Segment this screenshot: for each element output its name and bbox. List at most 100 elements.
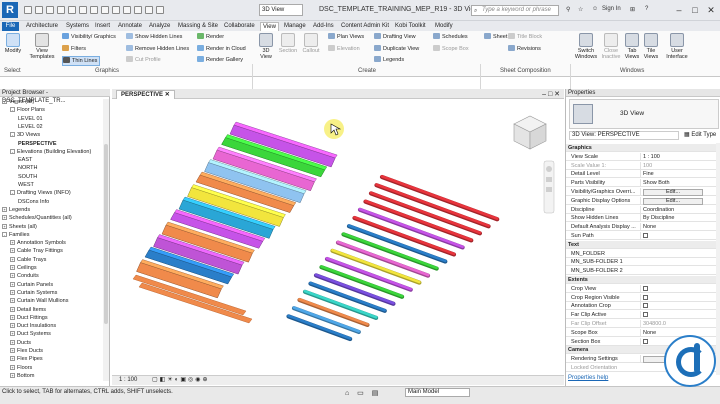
tree-item[interactable]: NORTH — [18, 165, 37, 172]
switch-windows-button[interactable]: Switch Windows — [574, 33, 598, 60]
type-selector[interactable]: 3D View — [569, 99, 719, 129]
tree-item[interactable]: + Flex Ducts — [10, 348, 43, 355]
undo-icon[interactable] — [57, 6, 65, 14]
tree-item[interactable]: + Duct Insulations — [10, 323, 56, 330]
expand-icon[interactable]: + — [10, 339, 15, 345]
tree-item[interactable]: + Duct Fittings — [10, 314, 48, 322]
properties-help-link[interactable]: Properties help — [568, 375, 608, 381]
property-value[interactable]: Fine — [640, 170, 712, 179]
tree-item[interactable]: + Floors — [10, 364, 32, 372]
property-value[interactable] — [640, 311, 712, 320]
cut-profile-button[interactable]: Cut Profile — [126, 56, 161, 64]
sheet-button[interactable]: Sheet — [484, 33, 507, 41]
user-icon[interactable]: ☺ — [592, 6, 598, 12]
expand-icon[interactable]: + — [10, 248, 15, 254]
tree-item[interactable]: - Drafting Views (INFO) — [10, 190, 71, 197]
tab-add-ins[interactable]: Add-Ins — [311, 22, 336, 31]
legends-button[interactable]: Legends — [374, 56, 404, 64]
expand-icon[interactable]: + — [10, 289, 15, 295]
switch-windows-icon[interactable] — [156, 6, 164, 14]
tab-perspective[interactable]: PERSPECTIVE ✕ — [116, 90, 175, 99]
tree-item[interactable]: + Duct Systems — [10, 331, 51, 338]
find-icon[interactable]: ⚲ — [566, 6, 570, 13]
property-checkbox[interactable] — [643, 312, 648, 318]
tree-item[interactable]: + Cable Trays — [10, 256, 46, 264]
property-value[interactable]: Edit... — [640, 196, 712, 205]
property-checkbox[interactable] — [643, 285, 648, 291]
title-block-button[interactable]: Title Block — [508, 33, 542, 41]
expand-icon[interactable]: + — [10, 265, 15, 270]
3d-view-button[interactable]: 3D View — [256, 33, 276, 60]
sync-icon[interactable] — [46, 6, 54, 14]
tab-insert[interactable]: Insert — [93, 22, 112, 31]
expand-icon[interactable]: + — [10, 348, 15, 353]
redo-icon[interactable] — [68, 6, 76, 14]
edit-button[interactable]: Edit... — [643, 197, 703, 205]
close-inactive-button[interactable]: Close Inactive — [600, 33, 622, 60]
property-value[interactable] — [640, 232, 712, 240]
expand-icon[interactable]: + — [2, 206, 7, 212]
property-section[interactable]: Extents — [566, 276, 716, 284]
search-input[interactable]: ⌕ Type a keyword or phrase — [471, 5, 559, 16]
sign-in-link[interactable]: Sign In — [602, 6, 621, 12]
pipe-highlight[interactable] — [364, 199, 473, 242]
view-control-icons[interactable]: ▢◧☀◐▣◎◉⊕ — [152, 376, 210, 385]
section-button[interactable]: Section — [278, 33, 298, 54]
viewcube-icon[interactable] — [513, 115, 547, 150]
expand-icon[interactable]: + — [10, 356, 15, 362]
view-controls[interactable]: – □ ✕ — [542, 90, 560, 98]
render-gallery-button[interactable]: Render Gallery — [197, 56, 243, 64]
thin-lines-button[interactable]: Thin Lines — [62, 56, 101, 66]
tree-item[interactable]: - Views (all) — [2, 99, 34, 106]
expand-icon[interactable]: + — [10, 331, 15, 337]
section-icon[interactable] — [123, 6, 131, 14]
property-value[interactable] — [640, 293, 712, 302]
maximize-button[interactable]: □ — [688, 3, 702, 17]
elevation-button[interactable]: Elevation — [328, 45, 360, 53]
expand-icon[interactable]: + — [10, 298, 15, 304]
status-icons[interactable]: ⌂ ▭ ▤ — [345, 389, 381, 397]
scope-box-button[interactable]: Scope Box — [433, 45, 469, 53]
model-canvas[interactable] — [112, 99, 564, 375]
tree-item[interactable]: -3D Views — [10, 132, 40, 139]
tree-item[interactable]: PERSPECTIVE — [18, 141, 57, 148]
tree-item[interactable]: WEST — [18, 182, 34, 189]
visibility-graphics-button[interactable]: Visibility/ Graphics — [62, 33, 116, 41]
tree-item[interactable]: + Schedules/Quantities (all) — [2, 215, 72, 222]
model-selector[interactable]: Main Model — [405, 388, 470, 397]
text-icon[interactable] — [101, 6, 109, 14]
expand-icon[interactable]: + — [10, 273, 15, 279]
edit-button[interactable]: Edit... — [643, 189, 703, 196]
expand-icon[interactable]: + — [10, 306, 15, 312]
tab-view[interactable]: View — [260, 22, 279, 31]
tree-item[interactable]: + Legends — [2, 206, 30, 214]
collapse-icon[interactable]: - — [2, 99, 7, 104]
render-cloud-button[interactable]: Render in Cloud — [197, 45, 246, 53]
minimize-button[interactable]: – — [672, 3, 686, 17]
tree-item[interactable]: + Detail Items — [10, 306, 46, 314]
tree-item[interactable]: + Curtain Panels — [10, 281, 53, 289]
expand-icon[interactable]: + — [10, 364, 15, 370]
instance-selector[interactable]: 3D View: PERSPECTIVE — [569, 131, 679, 140]
tab-annotate[interactable]: Annotate — [116, 22, 144, 31]
property-value[interactable]: None — [640, 223, 712, 232]
property-section[interactable]: Text — [566, 240, 716, 249]
default-3d-icon[interactable] — [112, 6, 120, 14]
tab-massing-site[interactable]: Massing & Site — [176, 22, 220, 31]
property-checkbox[interactable] — [643, 338, 648, 344]
collapse-icon[interactable]: - — [10, 190, 15, 196]
cart-icon[interactable]: ⊞ — [630, 6, 635, 13]
tab-content-admin-kit[interactable]: Content Admin Kit — [339, 22, 391, 31]
property-value[interactable]: None — [640, 328, 712, 337]
tree-item[interactable]: + Flex Pipes — [10, 356, 43, 363]
collapse-icon[interactable]: - — [10, 107, 15, 113]
tile-views-button[interactable]: Tile Views — [642, 33, 660, 60]
pipe-highlight[interactable] — [369, 191, 482, 235]
property-checkbox[interactable] — [643, 233, 648, 238]
close-view-icon[interactable]: ✕ — [165, 92, 170, 98]
property-checkbox[interactable] — [643, 303, 648, 309]
properties-scrollbar[interactable] — [716, 143, 720, 375]
expand-icon[interactable]: + — [10, 281, 15, 287]
scroll-thumb[interactable] — [104, 144, 108, 324]
tree-item[interactable]: + Sheets (all) — [2, 223, 37, 231]
